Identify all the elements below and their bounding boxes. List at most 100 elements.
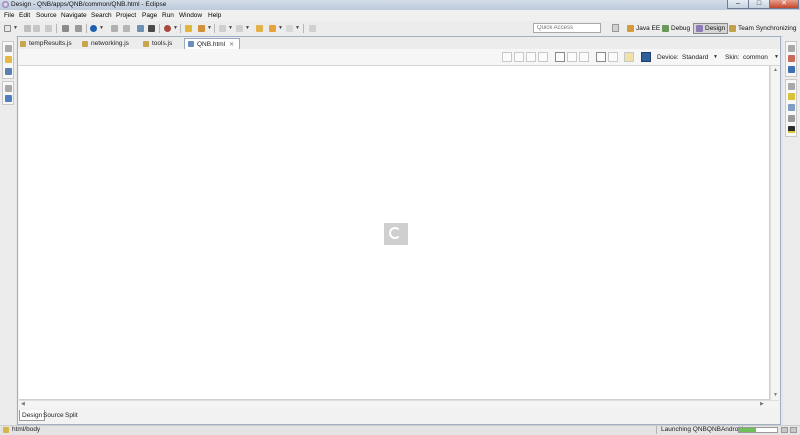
show-grid-icon[interactable] — [538, 52, 548, 62]
menu-help[interactable]: Help — [208, 12, 221, 19]
menu-search[interactable]: Search — [91, 12, 112, 19]
project-explorer-icon[interactable] — [5, 56, 12, 63]
save-all-icon[interactable] — [33, 25, 40, 32]
last-edit-icon[interactable] — [256, 25, 263, 32]
quick-access-input[interactable] — [534, 24, 600, 32]
external-tools-dropdown-icon[interactable]: ▼ — [207, 25, 212, 31]
java-ee-perspective-icon — [627, 25, 634, 32]
tab-label: networking.js — [91, 40, 129, 47]
new-dropdown-icon[interactable]: ▼ — [13, 25, 18, 31]
restore-icon[interactable] — [5, 45, 12, 52]
next-annotation-icon[interactable] — [219, 25, 226, 32]
scroll-down-icon[interactable]: ▼ — [773, 392, 778, 398]
menu-run[interactable]: Run — [162, 12, 174, 19]
vertical-split-icon[interactable] — [608, 52, 618, 62]
perspective-debug[interactable]: Debug — [662, 23, 690, 34]
scroll-right-icon[interactable]: ▶ — [760, 401, 764, 407]
mobile-navigation-icon[interactable] — [788, 66, 795, 73]
print-icon[interactable] — [45, 25, 52, 32]
back-icon[interactable] — [269, 25, 276, 32]
restore-icon[interactable] — [788, 45, 795, 52]
terminal-icon[interactable] — [62, 25, 69, 32]
scroll-up-icon[interactable]: ▲ — [773, 67, 778, 73]
menu-file[interactable]: File — [4, 12, 14, 19]
pin-editor-icon[interactable] — [309, 25, 316, 32]
menu-source[interactable]: Source — [36, 12, 57, 19]
tab-qnb-html[interactable]: QNB.html ✕ — [184, 38, 240, 49]
skin-dropdown-icon[interactable]: ▼ — [774, 54, 779, 60]
show-layout-icon[interactable] — [526, 52, 536, 62]
menu-window[interactable]: Window — [179, 12, 202, 19]
restore-icon[interactable] — [5, 85, 12, 92]
refresh-icon[interactable] — [502, 52, 512, 62]
team-sync-perspective-icon — [729, 25, 736, 32]
zoom-in-icon[interactable] — [567, 52, 577, 62]
problems-icon[interactable] — [788, 93, 795, 100]
forward-icon[interactable] — [286, 25, 293, 32]
perspective-team-sync[interactable]: Team Synchronizing — [729, 23, 797, 34]
status-path: html/body — [12, 426, 41, 433]
horizontal-split-icon[interactable] — [596, 52, 606, 62]
device-dropdown-icon[interactable]: ▼ — [713, 54, 718, 60]
debug-dropdown-icon[interactable]: ▼ — [173, 25, 178, 31]
menu-navigate[interactable]: Navigate — [61, 12, 87, 19]
progress-view-icon[interactable] — [790, 427, 797, 433]
external-tools-icon[interactable] — [198, 25, 205, 32]
tab-source-mode[interactable]: Source — [41, 410, 66, 421]
open-type-icon[interactable] — [137, 25, 144, 32]
close-tab-icon[interactable]: ✕ — [229, 41, 234, 48]
forward-dropdown-icon[interactable]: ▼ — [295, 25, 300, 31]
worklight-icon[interactable] — [90, 25, 97, 32]
zoom-out-icon[interactable] — [579, 52, 589, 62]
new-file-icon[interactable] — [4, 25, 11, 32]
tab-label: QNB.html — [197, 40, 226, 48]
scroll-left-icon[interactable]: ◀ — [21, 401, 25, 407]
menu-project[interactable]: Project — [116, 12, 136, 19]
minimize-button[interactable]: – — [727, 0, 749, 9]
tab-networking[interactable]: networking.js — [82, 38, 129, 49]
device-select[interactable]: Standard — [682, 54, 708, 61]
console-view-icon[interactable] — [788, 104, 795, 111]
tab-tools[interactable]: tools.js — [143, 38, 172, 49]
restore-icon[interactable] — [788, 83, 795, 90]
open-folder-icon[interactable] — [185, 25, 192, 32]
close-button[interactable]: ✕ — [769, 0, 799, 9]
skip-breakpoints-icon[interactable] — [111, 25, 118, 32]
horizontal-scrollbar[interactable]: ◀ ▶ — [19, 400, 779, 408]
design-toolbar: Device: Standard ▼ Skin: common ▼ — [18, 49, 780, 66]
previous-annotation-icon[interactable] — [236, 25, 243, 32]
device-preview-icon[interactable] — [641, 52, 651, 62]
back-dropdown-icon[interactable]: ▼ — [278, 25, 283, 31]
tab-tempresults[interactable]: tempResults.js — [20, 38, 72, 49]
visual-aids-icon[interactable] — [555, 52, 565, 62]
servers-icon[interactable] — [788, 115, 795, 122]
palette-icon[interactable] — [5, 95, 12, 102]
quick-access-field[interactable] — [533, 23, 601, 33]
vertical-scrollbar[interactable]: ▲ ▼ — [770, 66, 779, 400]
task-icon[interactable] — [148, 25, 155, 32]
resume-icon[interactable] — [123, 25, 130, 32]
save-icon[interactable] — [24, 25, 31, 32]
open-perspective-icon[interactable] — [612, 24, 619, 32]
next-annotation-dropdown-icon[interactable]: ▼ — [228, 25, 233, 31]
tab-label: tempResults.js — [29, 40, 72, 47]
worklight-dropdown-icon[interactable]: ▼ — [99, 25, 104, 31]
perspective-design[interactable]: Design — [693, 23, 729, 34]
perspective-java-ee[interactable]: Java EE — [627, 23, 660, 34]
cancel-operation-icon[interactable] — [781, 427, 788, 433]
skin-select[interactable]: common — [743, 54, 768, 61]
menu-edit[interactable]: Edit — [19, 12, 30, 19]
preview-icon[interactable] — [624, 52, 634, 62]
menu-page[interactable]: Page — [142, 12, 157, 19]
snippets-icon[interactable] — [788, 126, 795, 133]
console-icon[interactable] — [75, 25, 82, 32]
debug-perspective-icon — [662, 25, 669, 32]
maximize-button[interactable]: □ — [748, 0, 770, 9]
tab-split-mode[interactable]: Split — [63, 410, 80, 421]
left-trim-stack — [2, 41, 14, 79]
debug-icon[interactable] — [164, 25, 171, 32]
outline-icon[interactable] — [5, 68, 12, 75]
show-tags-icon[interactable] — [514, 52, 524, 62]
properties-icon[interactable] — [788, 55, 795, 62]
previous-annotation-dropdown-icon[interactable]: ▼ — [245, 25, 250, 31]
